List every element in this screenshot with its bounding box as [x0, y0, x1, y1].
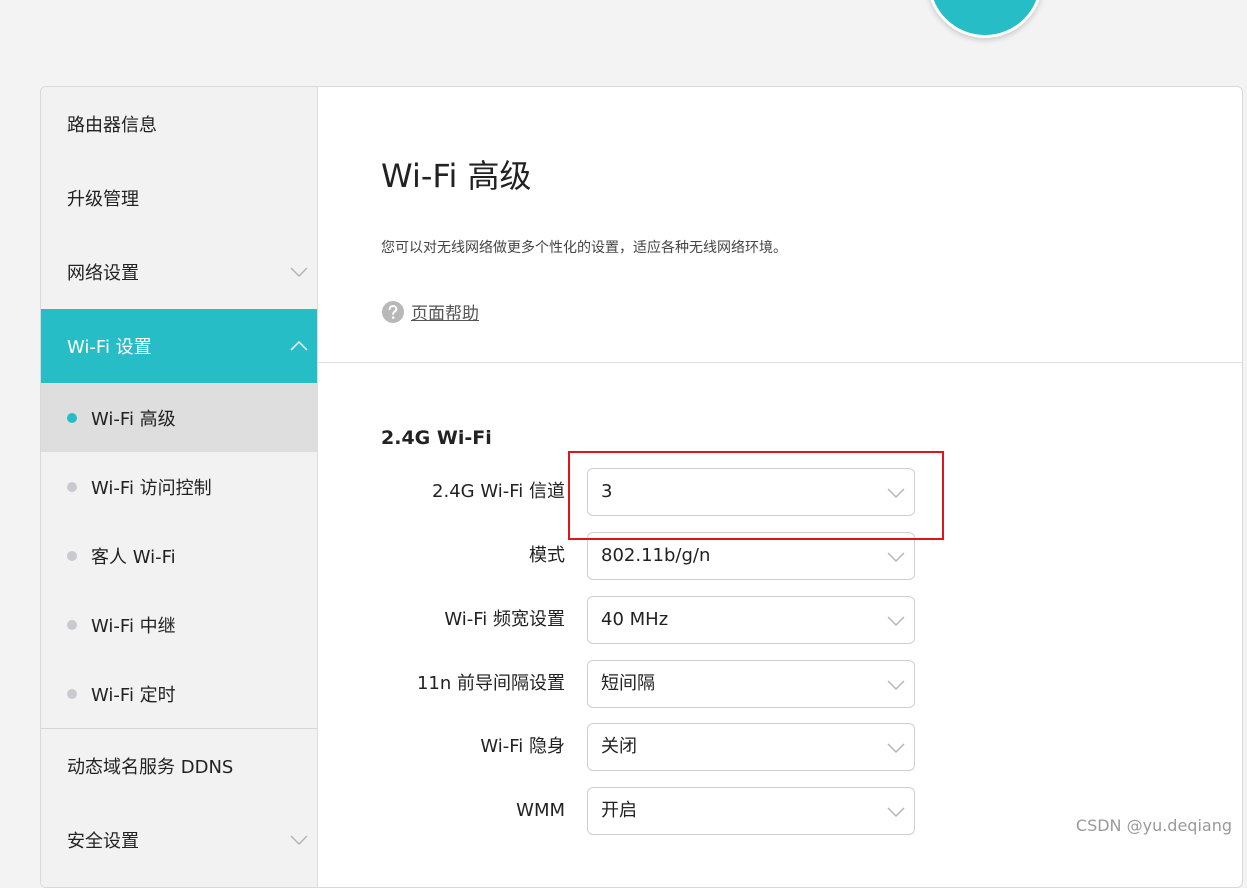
- bullet-dot-icon: [67, 550, 77, 561]
- field-label: 模式: [529, 545, 565, 566]
- form-row-wmm: WMM 开启: [318, 787, 938, 835]
- sidebar-item-label: 升级管理: [67, 189, 139, 210]
- wmm-select[interactable]: 开启: [587, 787, 915, 835]
- select-value: 短间隔: [601, 673, 655, 694]
- hidden-ssid-select[interactable]: 关闭: [587, 723, 915, 771]
- chevron-down-icon: [887, 616, 905, 627]
- channel-select[interactable]: 3: [587, 468, 915, 516]
- main-content: Wi-Fi 高级 您可以对无线网络做更多个性化的设置，适应各种无线网络环境。 页…: [318, 87, 1242, 887]
- guard-interval-select[interactable]: 短间隔: [587, 660, 915, 708]
- sidebar-item-router-info[interactable]: 路由器信息: [41, 87, 317, 161]
- sidebar-subitem-label: Wi-Fi 定时: [91, 684, 176, 706]
- sidebar-subitem-label: Wi-Fi 高级: [91, 408, 176, 430]
- select-value: 关闭: [601, 736, 637, 757]
- form-row-hidden-ssid: Wi-Fi 隐身 关闭: [318, 723, 938, 771]
- sidebar-subitem-label: 客人 Wi-Fi: [91, 546, 176, 568]
- settings-panel: 路由器信息 升级管理 网络设置 Wi-Fi 设置 Wi-Fi 高级 Wi-Fi …: [40, 86, 1243, 888]
- select-value: 40 MHz: [601, 609, 669, 630]
- sidebar-subitem-wifi-access-control[interactable]: Wi-Fi 访问控制: [41, 452, 317, 521]
- chevron-down-icon: [887, 743, 905, 754]
- sidebar-item-wifi[interactable]: Wi-Fi 设置: [41, 309, 317, 383]
- select-value: 3: [601, 481, 613, 502]
- select-value: 开启: [601, 800, 637, 821]
- section-title: 2.4G Wi-Fi: [381, 427, 492, 449]
- sidebar: 路由器信息 升级管理 网络设置 Wi-Fi 设置 Wi-Fi 高级 Wi-Fi …: [41, 87, 318, 887]
- sidebar-item-ddns[interactable]: 动态域名服务 DDNS: [41, 729, 317, 803]
- bullet-dot-icon: [67, 481, 77, 492]
- chevron-up-icon: [290, 340, 308, 351]
- chevron-down-icon: [290, 267, 308, 278]
- sidebar-item-label: 网络设置: [67, 263, 139, 284]
- form-row-channel: 2.4G Wi-Fi 信道 3: [318, 468, 938, 516]
- sidebar-subitem-label: Wi-Fi 访问控制: [91, 477, 212, 499]
- sidebar-item-label: Wi-Fi 设置: [67, 337, 152, 358]
- help-link[interactable]: 页面帮助: [411, 299, 479, 324]
- chevron-down-icon: [887, 807, 905, 818]
- sidebar-subitem-wifi-advanced[interactable]: Wi-Fi 高级: [41, 383, 317, 452]
- sidebar-subitem-label: Wi-Fi 中继: [91, 615, 176, 637]
- sidebar-item-label: 路由器信息: [67, 115, 157, 136]
- sidebar-item-security[interactable]: 安全设置: [41, 803, 317, 877]
- bullet-dot-icon: [67, 619, 77, 630]
- field-label: Wi-Fi 频宽设置: [444, 609, 565, 630]
- content-divider: [318, 362, 1242, 363]
- select-value: 802.11b/g/n: [601, 545, 711, 566]
- field-label: 2.4G Wi-Fi 信道: [432, 481, 565, 502]
- watermark: CSDN @yu.deqiang: [1075, 816, 1232, 835]
- brand-circle-decoration: [927, 0, 1043, 38]
- chevron-down-icon: [887, 488, 905, 499]
- form-row-guard-interval: 11n 前导间隔设置 短间隔: [318, 660, 938, 708]
- sidebar-item-label: 安全设置: [67, 831, 139, 852]
- chevron-down-icon: [290, 835, 308, 846]
- page-description: 您可以对无线网络做更多个性化的设置，适应各种无线网络环境。: [381, 240, 787, 256]
- chevron-down-icon: [887, 680, 905, 691]
- field-label: WMM: [516, 800, 565, 821]
- sidebar-item-label: 动态域名服务 DDNS: [67, 757, 234, 778]
- sidebar-subitem-guest-wifi[interactable]: 客人 Wi-Fi: [41, 521, 317, 590]
- page-title: Wi-Fi 高级: [381, 157, 532, 195]
- mode-select[interactable]: 802.11b/g/n: [587, 532, 915, 580]
- sidebar-item-upgrade[interactable]: 升级管理: [41, 161, 317, 235]
- page-help[interactable]: 页面帮助: [381, 299, 479, 324]
- question-icon: [382, 300, 404, 323]
- field-label: 11n 前导间隔设置: [416, 673, 565, 694]
- sidebar-subitem-wifi-repeater[interactable]: Wi-Fi 中继: [41, 590, 317, 659]
- chevron-down-icon: [887, 552, 905, 563]
- form-row-mode: 模式 802.11b/g/n: [318, 532, 938, 580]
- sidebar-subitem-wifi-schedule[interactable]: Wi-Fi 定时: [41, 659, 317, 728]
- sidebar-item-network[interactable]: 网络设置: [41, 235, 317, 309]
- bandwidth-select[interactable]: 40 MHz: [587, 596, 915, 644]
- bullet-dot-icon: [67, 412, 77, 423]
- form-row-bandwidth: Wi-Fi 频宽设置 40 MHz: [318, 596, 938, 644]
- bullet-dot-icon: [67, 688, 77, 699]
- field-label: Wi-Fi 隐身: [480, 736, 565, 757]
